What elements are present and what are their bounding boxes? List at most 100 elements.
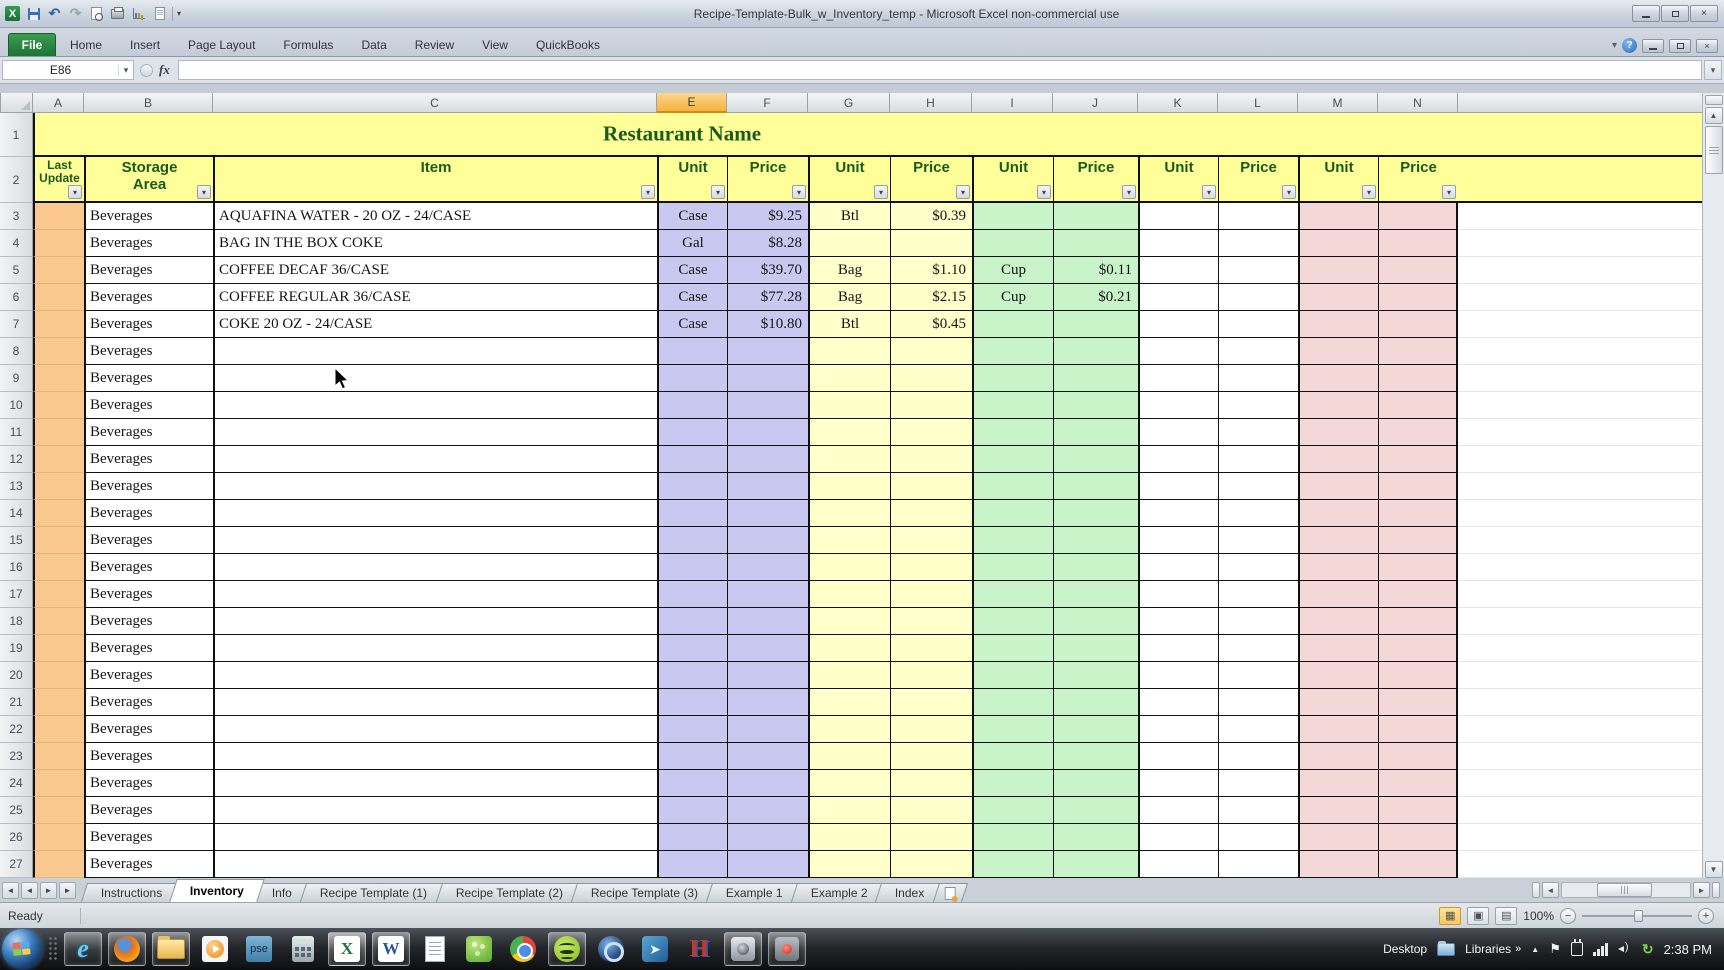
cell-N23[interactable] bbox=[1378, 743, 1458, 770]
cell-F16[interactable] bbox=[727, 554, 808, 581]
column-header-B[interactable]: B bbox=[84, 93, 213, 113]
cell-L19[interactable] bbox=[1218, 635, 1298, 662]
cell-M15[interactable] bbox=[1298, 527, 1378, 554]
cell-C5[interactable]: COFFEE DECAF 36/CASE bbox=[213, 257, 657, 284]
cell-B7[interactable]: Beverages bbox=[84, 311, 213, 338]
cell-A15[interactable] bbox=[33, 527, 84, 554]
cell-L6[interactable] bbox=[1218, 284, 1298, 311]
cell-B19[interactable]: Beverages bbox=[84, 635, 213, 662]
header-unit-K[interactable]: Unit ▾ bbox=[1138, 157, 1218, 203]
cell-N4[interactable] bbox=[1378, 230, 1458, 257]
workbook-close-button[interactable]: × bbox=[1696, 38, 1718, 53]
cell-C12[interactable] bbox=[213, 446, 657, 473]
cell-K4[interactable] bbox=[1138, 230, 1218, 257]
previous-sheet-icon[interactable]: ◄ bbox=[21, 881, 38, 899]
cell-K7[interactable] bbox=[1138, 311, 1218, 338]
header-storage-area[interactable]: Storage Area ▾ bbox=[84, 157, 213, 203]
column-header-I[interactable]: I bbox=[972, 93, 1053, 113]
header-price-J[interactable]: Price ▾ bbox=[1053, 157, 1138, 203]
cell-F3[interactable]: $9.25 bbox=[727, 203, 808, 230]
cell-M16[interactable] bbox=[1298, 554, 1378, 581]
horizontal-split-handle[interactable] bbox=[1532, 882, 1540, 898]
sheet-tab-recipe-template-1-[interactable]: Recipe Template (1) bbox=[300, 883, 448, 902]
row-header-2[interactable]: 2 bbox=[0, 157, 33, 203]
cell-G8[interactable] bbox=[808, 338, 890, 365]
save-icon[interactable] bbox=[25, 5, 42, 22]
cell-C21[interactable] bbox=[213, 689, 657, 716]
cell-B23[interactable]: Beverages bbox=[84, 743, 213, 770]
cell-L27[interactable] bbox=[1218, 851, 1298, 878]
cell-B22[interactable]: Beverages bbox=[84, 716, 213, 743]
horizontal-scroll-track[interactable] bbox=[1561, 882, 1691, 898]
recorder-icon[interactable] bbox=[768, 932, 806, 966]
header-item-filter-icon[interactable]: ▾ bbox=[641, 185, 655, 199]
cell-I12[interactable] bbox=[972, 446, 1053, 473]
cell-C23[interactable] bbox=[213, 743, 657, 770]
cell-M19[interactable] bbox=[1298, 635, 1378, 662]
vertical-scrollbar[interactable]: ▲ ▼ bbox=[1702, 93, 1724, 878]
cell-M4[interactable] bbox=[1298, 230, 1378, 257]
cell-J6[interactable]: $0.21 bbox=[1053, 284, 1138, 311]
header-price-F[interactable]: Price ▾ bbox=[727, 157, 808, 203]
cell-G5[interactable]: Bag bbox=[808, 257, 890, 284]
cell-F24[interactable] bbox=[727, 770, 808, 797]
cell-K27[interactable] bbox=[1138, 851, 1218, 878]
scroll-right-icon[interactable]: ► bbox=[1693, 882, 1710, 898]
cell-A18[interactable] bbox=[33, 608, 84, 635]
cell-H12[interactable] bbox=[890, 446, 972, 473]
cell-E25[interactable] bbox=[657, 797, 727, 824]
row-header-11[interactable]: 11 bbox=[0, 419, 33, 446]
cell-J23[interactable] bbox=[1053, 743, 1138, 770]
cell-C3[interactable]: AQUAFINA WATER - 20 OZ - 24/CASE bbox=[213, 203, 657, 230]
workbook-minimize-button[interactable] bbox=[1642, 38, 1664, 53]
cell-I27[interactable] bbox=[972, 851, 1053, 878]
row-header-8[interactable]: 8 bbox=[0, 338, 33, 365]
header-unit-I[interactable]: Unit ▾ bbox=[972, 157, 1053, 203]
column-header-G[interactable]: G bbox=[808, 93, 890, 113]
cell-G4[interactable] bbox=[808, 230, 890, 257]
zoom-slider-thumb[interactable] bbox=[1634, 909, 1643, 922]
cell-L5[interactable] bbox=[1218, 257, 1298, 284]
column-header-C[interactable]: C bbox=[213, 93, 657, 113]
chart-edit-icon[interactable] bbox=[130, 5, 147, 22]
cell-L15[interactable] bbox=[1218, 527, 1298, 554]
cell-E4[interactable]: Gal bbox=[657, 230, 727, 257]
show-hidden-icons-icon[interactable]: ▲ bbox=[1531, 945, 1539, 954]
cell-E23[interactable] bbox=[657, 743, 727, 770]
cell-F7[interactable]: $10.80 bbox=[727, 311, 808, 338]
formula-input[interactable] bbox=[177, 60, 1702, 80]
cell-G23[interactable] bbox=[808, 743, 890, 770]
header-unit-I-filter-icon[interactable]: ▾ bbox=[1037, 185, 1051, 199]
cell-K15[interactable] bbox=[1138, 527, 1218, 554]
tab-insert[interactable]: Insert bbox=[116, 33, 174, 56]
cell-C18[interactable] bbox=[213, 608, 657, 635]
cell-N12[interactable] bbox=[1378, 446, 1458, 473]
cell-K23[interactable] bbox=[1138, 743, 1218, 770]
network-signal-icon[interactable] bbox=[1592, 942, 1608, 956]
cell-B14[interactable]: Beverages bbox=[84, 500, 213, 527]
select-all-corner[interactable] bbox=[0, 93, 33, 113]
cell-H9[interactable] bbox=[890, 365, 972, 392]
volume-icon[interactable] bbox=[1617, 941, 1632, 955]
cell-A27[interactable] bbox=[33, 851, 84, 878]
calculator-icon[interactable] bbox=[284, 932, 322, 966]
cell-M22[interactable] bbox=[1298, 716, 1378, 743]
cell-F4[interactable]: $8.28 bbox=[727, 230, 808, 257]
column-header-M[interactable]: M bbox=[1298, 93, 1378, 113]
cell-J20[interactable] bbox=[1053, 662, 1138, 689]
cell-G11[interactable] bbox=[808, 419, 890, 446]
cell-G26[interactable] bbox=[808, 824, 890, 851]
webcam-icon[interactable] bbox=[724, 932, 762, 966]
cell-K10[interactable] bbox=[1138, 392, 1218, 419]
cell-N11[interactable] bbox=[1378, 419, 1458, 446]
cell-H26[interactable] bbox=[890, 824, 972, 851]
cell-J5[interactable]: $0.11 bbox=[1053, 257, 1138, 284]
cell-N10[interactable] bbox=[1378, 392, 1458, 419]
cell-L23[interactable] bbox=[1218, 743, 1298, 770]
cell-M26[interactable] bbox=[1298, 824, 1378, 851]
row-header-13[interactable]: 13 bbox=[0, 473, 33, 500]
cell-A25[interactable] bbox=[33, 797, 84, 824]
cell-E22[interactable] bbox=[657, 716, 727, 743]
cell-H27[interactable] bbox=[890, 851, 972, 878]
workbook-restore-button[interactable] bbox=[1669, 38, 1691, 53]
